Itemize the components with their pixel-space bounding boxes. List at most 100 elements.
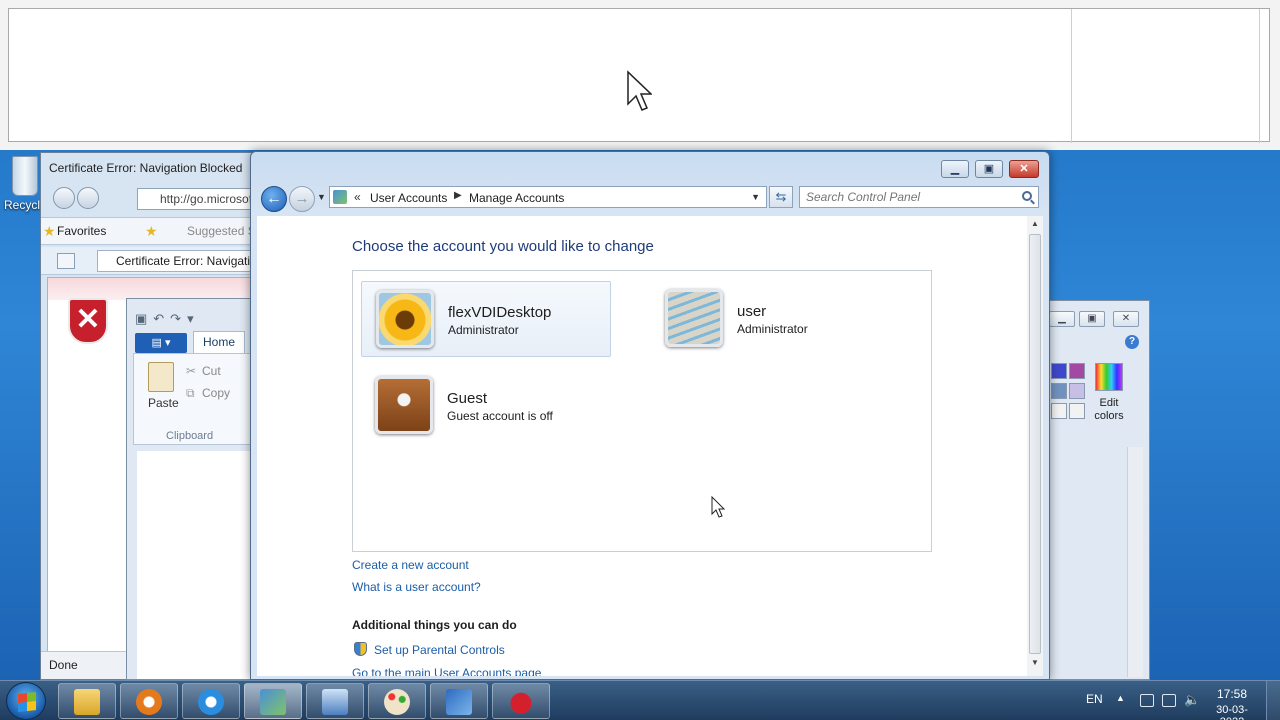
search-box[interactable] <box>799 186 1039 208</box>
vertical-scrollbar[interactable]: ▲ ▼ <box>1027 216 1043 676</box>
ie-forward-button[interactable] <box>77 187 99 209</box>
clock-date[interactable]: 30-03-2022 <box>1204 704 1260 720</box>
control-panel-window[interactable]: ▁ ▣ ✕ ← → ▼ « User Accounts ▶ Manage Acc… <box>250 151 1050 680</box>
what-is-user-account-link[interactable]: What is a user account? <box>352 580 481 594</box>
internet-explorer-icon <box>198 689 224 715</box>
account-tile-user[interactable]: user Administrator <box>651 281 901 357</box>
breadcrumb-overflow-icon[interactable]: « <box>354 190 361 204</box>
edit-colors-icon[interactable] <box>1095 363 1123 391</box>
scroll-down-icon[interactable]: ▼ <box>1031 658 1039 667</box>
ie-tab-row: Certificate Error: Navigati <box>41 247 267 275</box>
control-panel-icon <box>260 689 286 715</box>
help-icon[interactable]: ? <box>1125 335 1139 349</box>
taskbar-remote-desktop[interactable] <box>306 683 364 719</box>
show-desktop-button[interactable] <box>1266 681 1280 720</box>
ie-back-button[interactable] <box>53 187 75 209</box>
favorites-button[interactable]: Favorites <box>57 224 106 238</box>
network-tray-icon[interactable] <box>1162 694 1176 707</box>
close-button[interactable]: ✕ <box>1009 160 1039 178</box>
security-shield-icon: ✕ <box>68 298 108 344</box>
heart-icon <box>508 689 534 715</box>
tab-home[interactable]: Home <box>193 331 245 353</box>
paste-button[interactable]: Paste <box>148 396 179 410</box>
cut-icon: ✂ <box>186 364 197 378</box>
additional-things-heading: Additional things you can do <box>352 618 517 632</box>
color-swatch[interactable] <box>1069 363 1085 379</box>
taskbar-paint[interactable] <box>368 683 426 719</box>
action-center-icon[interactable] <box>1140 694 1154 707</box>
quick-tabs-icon[interactable] <box>57 253 75 269</box>
taskbar-heart-app[interactable] <box>492 683 550 719</box>
forward-button[interactable]: → <box>289 186 315 212</box>
taskbar-windows-explorer[interactable] <box>58 683 116 719</box>
edit-colors-button[interactable]: Edit colors <box>1093 397 1125 423</box>
add-favorites-icon[interactable]: ★ <box>145 223 158 240</box>
taskbar-control-panel[interactable] <box>244 683 302 719</box>
main-user-accounts-link[interactable]: Go to the main User Accounts page <box>352 666 541 676</box>
taskbar-internet-explorer[interactable] <box>182 683 240 719</box>
address-bar[interactable]: « User Accounts ▶ Manage Accounts ▼ <box>329 186 767 208</box>
color-swatch[interactable] <box>1069 383 1085 399</box>
breadcrumb-separator-icon[interactable]: ▶ <box>454 190 462 201</box>
paint-file-menu-button[interactable]: ▤ ▾ <box>135 333 187 353</box>
recycle-bin-icon <box>12 156 38 196</box>
stairs-avatar <box>665 289 723 347</box>
show-hidden-icons-icon[interactable]: ▲ <box>1116 693 1125 703</box>
language-indicator[interactable]: EN <box>1086 692 1103 706</box>
suggested-sites-link[interactable]: Suggested S <box>187 224 256 238</box>
scrollbar-thumb[interactable] <box>1029 234 1041 654</box>
ie-tab-certificate-error[interactable]: Certificate Error: Navigati <box>97 250 267 272</box>
cut-button[interactable]: Cut <box>202 364 221 378</box>
parental-controls-link[interactable]: Set up Parental Controls <box>374 643 505 657</box>
ie-window-title: Certificate Error: Navigation Blocked <box>49 161 243 175</box>
account-tile-guest[interactable]: Guest Guest account is off <box>361 368 611 444</box>
address-dropdown-icon[interactable]: ▼ <box>751 192 760 202</box>
account-tile-flexvdidesktop[interactable]: flexVDIDesktop Administrator <box>361 281 611 357</box>
maximize-button[interactable]: ▣ <box>975 160 1003 178</box>
favorites-star-icon: ★ <box>43 223 56 239</box>
color-swatch[interactable] <box>1051 383 1067 399</box>
maximize-button[interactable]: ▣ <box>1079 311 1105 327</box>
refresh-button[interactable]: ⇆ <box>769 186 793 208</box>
sunflower-avatar <box>376 290 434 348</box>
clock-time[interactable]: 17:58 <box>1204 687 1260 701</box>
system-tray: EN ▲ 🔈 17:58 30-03-2022 <box>1078 681 1280 720</box>
breadcrumb-manage-accounts[interactable]: Manage Accounts <box>469 191 564 205</box>
paint-vertical-scrollbar[interactable] <box>1127 447 1143 677</box>
mouse-cursor-icon <box>711 496 726 518</box>
paint-window[interactable]: ▣↶↷▾ ▤ ▾ Home Paste ✂ Cut ⧉ Copy Clipboa… <box>126 298 258 680</box>
account-role: Administrator <box>448 323 519 337</box>
copy-button[interactable]: Copy <box>202 386 230 400</box>
paste-icon[interactable] <box>148 362 174 392</box>
color-swatch[interactable] <box>1051 363 1067 379</box>
minimize-button[interactable]: ▁ <box>1049 311 1075 327</box>
create-new-account-link[interactable]: Create a new account <box>352 558 469 572</box>
minimize-button[interactable]: ▁ <box>941 160 969 178</box>
media-player-icon <box>136 689 162 715</box>
breadcrumb-user-accounts[interactable]: User Accounts <box>370 191 447 205</box>
color-swatch[interactable] <box>1069 403 1085 419</box>
remote-desktop-icon <box>322 689 348 715</box>
color-swatch[interactable] <box>1051 403 1067 419</box>
taskbar: EN ▲ 🔈 17:58 30-03-2022 <box>0 680 1280 720</box>
volume-icon[interactable]: 🔈 <box>1184 692 1200 708</box>
ie-error-banner <box>48 278 256 300</box>
back-button[interactable]: ← <box>261 186 287 212</box>
paint-canvas[interactable] <box>137 451 257 679</box>
overlay-divider <box>1259 9 1260 143</box>
taskbar-network[interactable] <box>430 683 488 719</box>
close-button[interactable]: ✕ <box>1113 311 1139 327</box>
paint-window-right[interactable]: ▁ ▣ ✕ ? Edit colors <box>1048 300 1150 680</box>
account-list: flexVDIDesktop Administrator user Admini… <box>352 270 932 552</box>
scroll-up-icon[interactable]: ▲ <box>1031 219 1039 228</box>
windows-logo-icon <box>18 692 36 712</box>
account-role: Administrator <box>737 322 808 336</box>
recent-pages-dropdown-icon[interactable]: ▼ <box>317 192 326 202</box>
content-pane: Choose the account you would like to cha… <box>257 216 1033 676</box>
paint-palette-icon <box>384 689 410 715</box>
search-icon[interactable] <box>1022 191 1032 201</box>
taskbar-media-player[interactable] <box>120 683 178 719</box>
search-input[interactable] <box>806 190 1016 204</box>
paint-quick-access-toolbar[interactable]: ▣↶↷▾ <box>135 311 200 327</box>
start-button[interactable] <box>6 682 46 720</box>
